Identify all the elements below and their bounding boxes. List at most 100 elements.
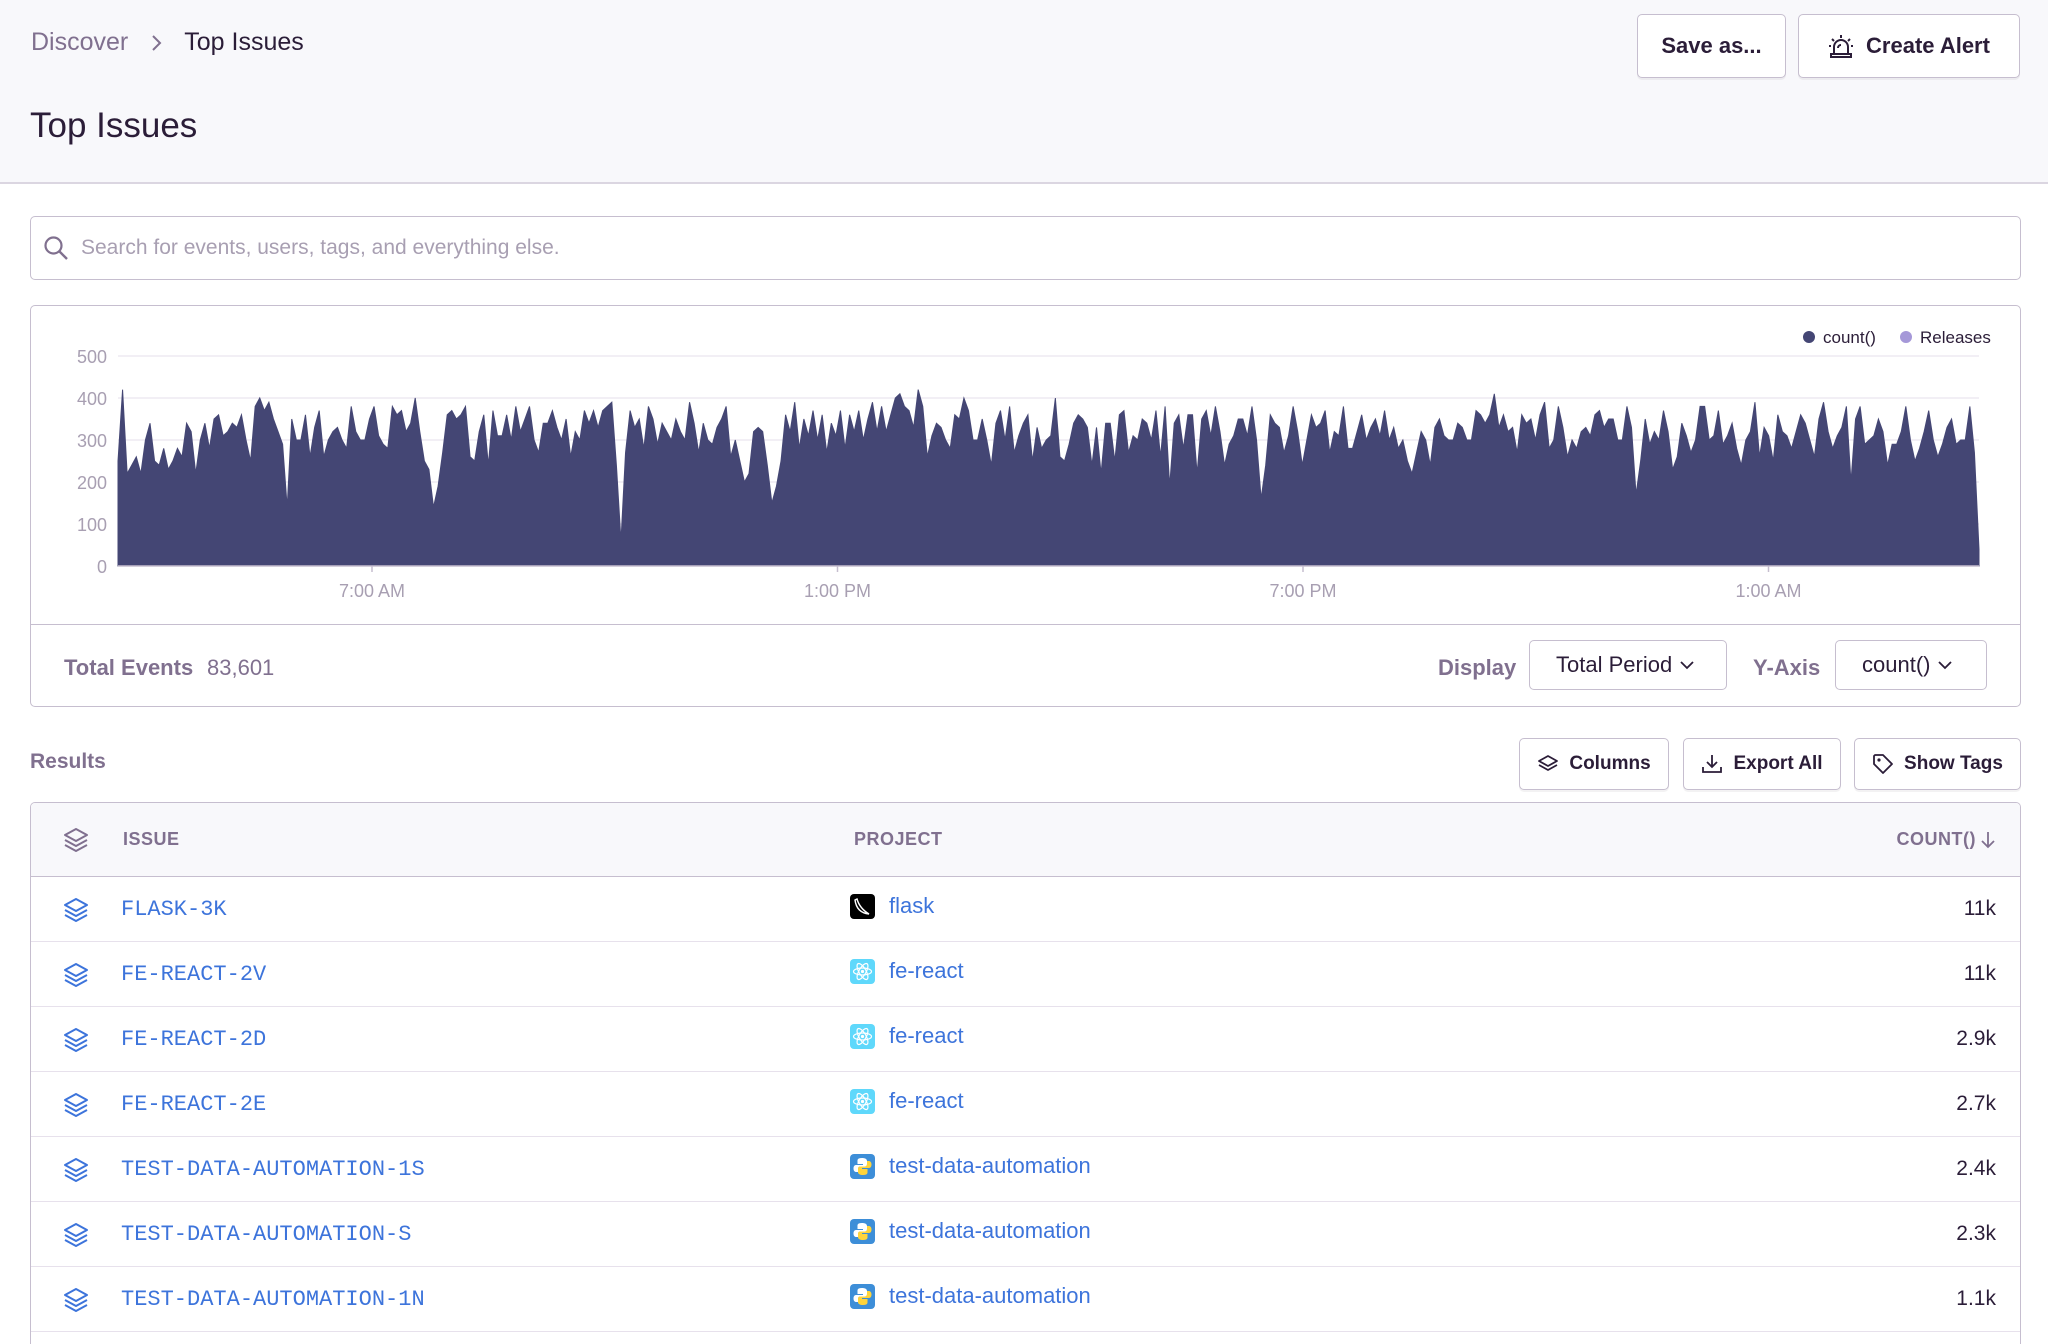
columns-button[interactable]: Columns [1519,738,1669,790]
project-link[interactable]: test-data-automation [889,1218,1091,1244]
x-tick-label: 1:00 AM [1735,581,1801,601]
y-axis-dropdown[interactable]: count() [1835,640,1987,690]
react-icon [850,1023,875,1049]
search-icon [43,235,69,261]
page-header: Discover Top Issues Top Issues Save as..… [0,0,2048,184]
project-link[interactable]: test-data-automation [889,1153,1091,1179]
flask-icon [850,893,875,919]
layers-icon [62,1156,90,1189]
issue-link[interactable]: TEST-DATA-AUTOMATION-1N [121,1287,425,1312]
page-title: Top Issues [30,106,198,145]
chart-panel: 500 400 300 200 100 0 7:00 AM 1:00 PM 7:00 PM 1:0… [30,305,2021,707]
count-value: 2.4k [1956,1157,1996,1180]
table-row: FE-REACT-2V fe-react 11k [31,942,2020,1007]
show-tags-label: Show Tags [1904,753,2003,774]
y-tick-label: 500 [77,347,107,367]
count-value: 2.9k [1956,1027,1996,1050]
x-tick-label: 1:00 PM [804,581,871,601]
layers-icon [62,1091,90,1124]
project-link[interactable]: test-data-automation [889,1283,1091,1309]
breadcrumb-current: Top Issues [184,28,304,56]
results-heading: Results [30,750,106,773]
project-cell: test-data-automation [850,1153,1091,1179]
project-link[interactable]: fe-react [889,1088,964,1114]
legend-label: Releases [1920,328,1991,347]
results-table: ISSUE PROJECT COUNT() FLASK-3K flask 11k FE… [30,802,2021,1344]
display-label: Display [1438,655,1517,680]
project-cell: test-data-automation [850,1283,1091,1309]
y-axis-value: count() [1862,652,1931,677]
table-row: TEST-DATA-AUTOMATION-1N test-data-automat… [31,1267,2020,1332]
project-cell: fe-react [850,1088,964,1114]
chevron-down-icon [1680,661,1694,670]
tag-icon [1873,754,1893,774]
chevron-down-icon [1938,661,1953,670]
table-row: FE-REACT-2D fe-react 2.9k [31,1007,2020,1072]
display-dropdown[interactable]: Total Period [1529,640,1727,690]
table-row: TEST-DATA-AUTOMATION-1S test-data-automat… [31,1137,2020,1202]
column-header-count-label: COUNT() [1896,829,1976,849]
project-link[interactable]: fe-react [889,1023,964,1049]
issue-link[interactable]: FE-REACT-2V [121,962,266,987]
count-value: 11k [1963,897,1996,920]
chart-footer: Total Events 83,601 Display Total Period… [31,624,2020,706]
series-area-count [117,389,1980,567]
export-all-label: Export All [1733,753,1823,774]
create-alert-label: Create Alert [1866,33,1990,58]
chevron-right-icon [150,34,162,52]
y-tick-label: 300 [77,431,107,451]
search-input[interactable] [81,236,1981,260]
layers-icon [62,1026,90,1059]
show-tags-button[interactable]: Show Tags [1854,738,2021,790]
y-axis-label: Y-Axis [1753,655,1821,680]
project-cell: flask [850,893,934,919]
legend-marker [1900,331,1912,343]
python-icon [850,1153,875,1179]
column-header-issue[interactable]: ISSUE [123,829,180,850]
react-icon [850,958,875,984]
legend-marker [1803,331,1815,343]
arrow-down-icon [1981,831,1995,848]
react-icon [850,1088,875,1114]
layers-icon [1538,755,1559,771]
layers-icon [62,1221,90,1254]
create-alert-button[interactable]: Create Alert [1798,14,2020,78]
project-cell: fe-react [850,1023,964,1049]
x-tick-label: 7:00 AM [339,581,405,601]
display-value: Total Period [1556,652,1673,677]
project-link[interactable]: flask [889,893,934,919]
table-row: FLASK-3K flask 11k [31,877,2020,942]
issue-link[interactable]: FE-REACT-2D [121,1027,266,1052]
issue-link[interactable]: FE-REACT-2E [121,1092,266,1117]
total-events-label: Total Events [64,655,194,680]
project-cell: fe-react [850,958,964,984]
python-icon [850,1218,875,1244]
count-value: 11k [1963,962,1996,985]
table-header: ISSUE PROJECT COUNT() [31,803,2020,877]
project-link[interactable]: fe-react [889,958,964,984]
siren-icon [1829,35,1854,58]
table-row: TEST-DATA-AUTOMATION-S test-data-automati… [31,1202,2020,1267]
y-tick-label: 400 [77,389,107,409]
issue-link[interactable]: FLASK-3K [121,897,227,922]
x-tick-label: 7:00 PM [1269,581,1336,601]
layers-icon [64,828,88,852]
total-events-value: 83,601 [207,655,275,680]
columns-label: Columns [1569,753,1651,774]
breadcrumb-discover-link[interactable]: Discover [31,28,128,57]
column-header-project[interactable]: PROJECT [854,829,943,850]
table-row: FE-REACT-2E fe-react 2.7k [31,1072,2020,1137]
events-chart: 500 400 300 200 100 0 7:00 AM 1:00 PM 7:00 PM 1:0… [77,328,1991,601]
column-header-count[interactable]: COUNT() [1897,829,1996,850]
save-as-button[interactable]: Save as... [1637,14,1786,78]
issue-link[interactable]: TEST-DATA-AUTOMATION-S [121,1222,411,1247]
legend-label: count() [1823,328,1876,347]
breadcrumb: Discover Top Issues [31,28,304,57]
layers-icon [62,896,90,929]
export-all-button[interactable]: Export All [1683,738,1841,790]
search-bar [30,216,2021,280]
y-tick-label: 200 [77,473,107,493]
python-icon [850,1283,875,1309]
layers-icon [62,1286,90,1319]
issue-link[interactable]: TEST-DATA-AUTOMATION-1S [121,1157,425,1182]
